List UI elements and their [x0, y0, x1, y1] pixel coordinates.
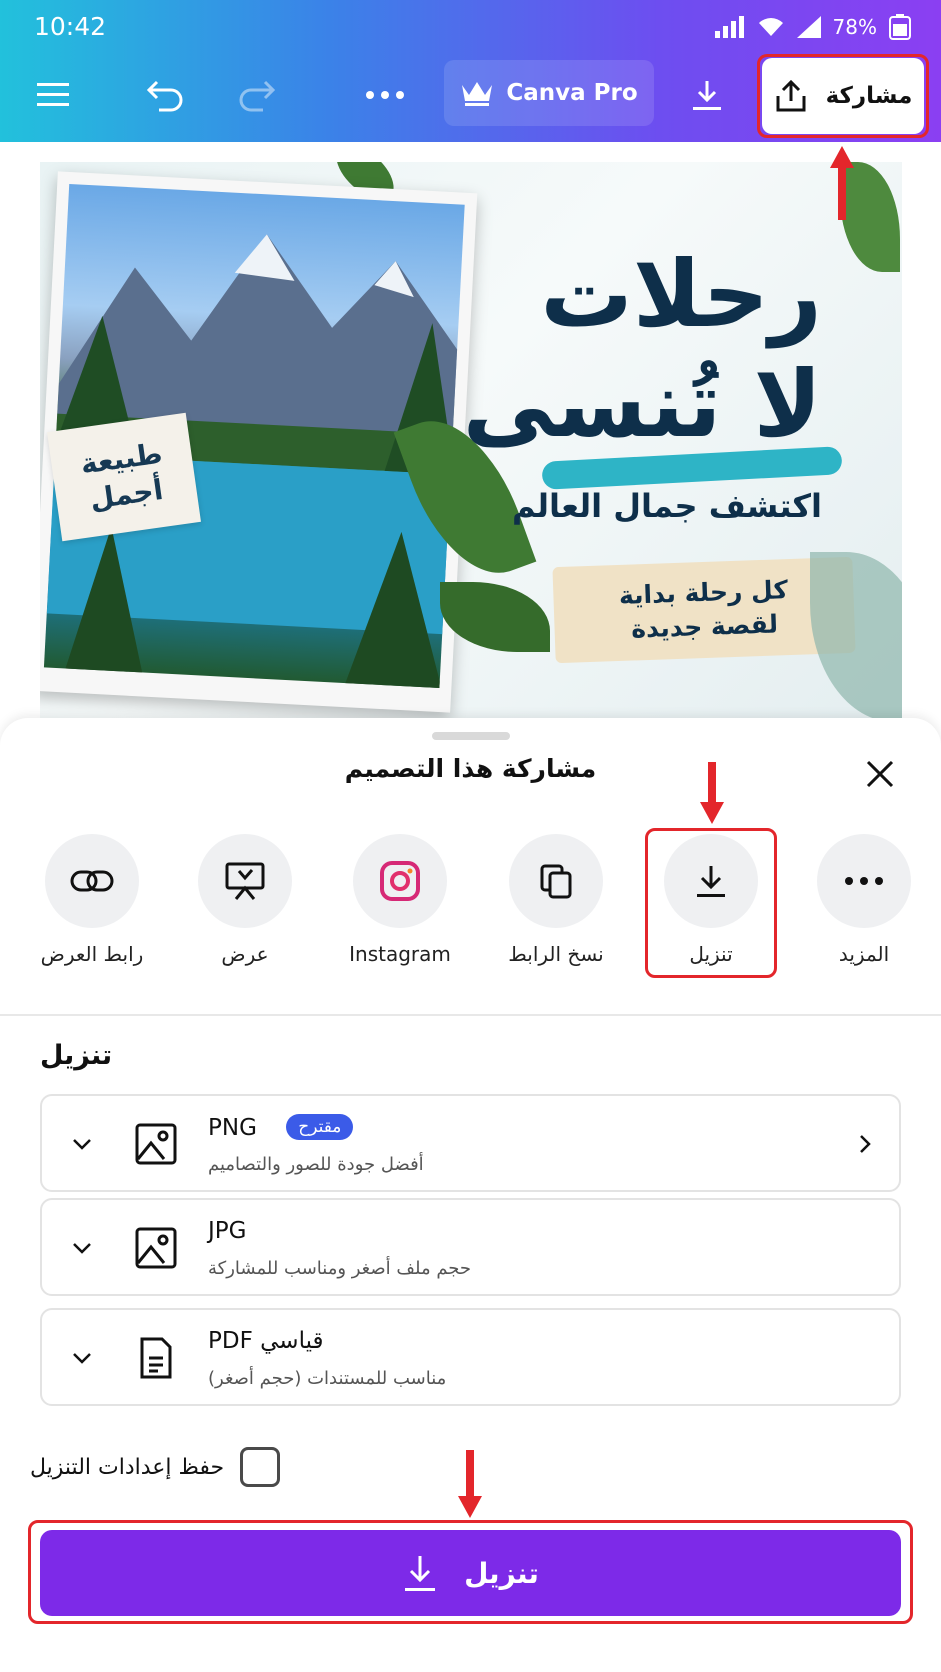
highlight-download-button — [28, 1520, 913, 1624]
quick-download-button[interactable] — [684, 67, 730, 123]
crown-icon — [462, 82, 493, 106]
redo-icon — [239, 80, 276, 112]
hamburger-icon — [37, 83, 69, 106]
more-options-button[interactable] — [362, 67, 408, 123]
format-option-jpg[interactable]: JPG حجم ملف أصغر ومناسب للمشاركة — [40, 1198, 901, 1296]
sheet-drag-handle[interactable] — [432, 732, 510, 740]
undo-icon — [146, 80, 183, 112]
battery-icon — [889, 14, 911, 40]
share-option-present-link[interactable]: رابط العرض — [22, 834, 162, 966]
status-time: 10:42 — [34, 12, 107, 41]
canva-pro-label: Canva Pro — [506, 80, 638, 106]
share-option-copy-link[interactable]: نسخ الرابط — [486, 834, 626, 966]
close-icon — [866, 760, 894, 788]
red-arrow-download-option — [700, 762, 724, 824]
format-description: أفضل جودة للصور والتصاميم — [208, 1154, 424, 1175]
format-option-png[interactable]: PNG مقترح أفضل جودة للصور والتصاميم — [40, 1094, 901, 1192]
leaf-decoration — [440, 582, 550, 652]
leaf-decoration — [810, 552, 902, 722]
undo-button[interactable] — [140, 67, 190, 123]
option-label: عرض — [221, 942, 269, 966]
canva-pro-button[interactable]: Canva Pro — [444, 60, 654, 126]
present-icon — [225, 862, 265, 900]
save-settings-label: حفظ إعدادات التنزيل — [30, 1454, 225, 1480]
format-option-pdf[interactable]: PDF قياسي مناسب للمستندات (حجم أصغر) — [40, 1308, 901, 1406]
section-divider — [0, 1014, 941, 1016]
signal-icon — [714, 16, 744, 38]
format-description: حجم ملف أصغر ومناسب للمشاركة — [208, 1258, 472, 1279]
image-icon — [135, 1227, 177, 1269]
download-heading: تنزيل — [40, 1040, 113, 1071]
redo-button[interactable] — [232, 67, 282, 123]
sheet-title: مشاركة هذا التصميم — [344, 754, 597, 783]
tag-line2: لقصة جديدة — [630, 609, 779, 644]
more-icon — [845, 877, 883, 885]
share-option-instagram[interactable]: Instagram — [330, 834, 470, 966]
status-icons: 78% — [714, 14, 911, 40]
option-label: نسخ الرابط — [508, 942, 604, 966]
chevron-right-icon — [860, 1135, 871, 1153]
format-name: PDF قياسي — [208, 1328, 324, 1354]
close-button[interactable] — [860, 754, 900, 794]
format-description: مناسب للمستندات (حجم أصغر) — [208, 1368, 447, 1389]
option-circle — [198, 834, 292, 928]
option-label: المزيد — [838, 942, 890, 966]
share-option-more[interactable]: المزيد — [794, 834, 934, 966]
cell-signal-icon — [796, 16, 821, 38]
menu-button[interactable] — [30, 67, 76, 123]
option-label: Instagram — [349, 942, 451, 966]
battery-percent: 78% — [832, 15, 877, 39]
copy-icon — [540, 864, 572, 899]
option-circle — [353, 834, 447, 928]
design-canvas-area: طبيعة أجمل رحلات لا تُنسى اكتشف جمال الع… — [0, 142, 941, 732]
design-canvas[interactable]: طبيعة أجمل رحلات لا تُنسى اكتشف جمال الع… — [40, 162, 902, 722]
download-icon — [693, 81, 721, 110]
design-title-line2: لا تُنسى — [462, 351, 822, 458]
save-settings-checkbox[interactable] — [240, 1447, 281, 1487]
chevron-down-icon[interactable] — [70, 1346, 94, 1370]
suggested-badge: مقترح — [286, 1114, 354, 1140]
design-title-line1: رحلات — [540, 241, 822, 348]
red-arrow-share — [830, 146, 854, 220]
share-options: المزيد تنزيل نسخ الرابط Instagram عرض را… — [0, 834, 941, 966]
highlight-share-button — [757, 54, 929, 138]
option-label: رابط العرض — [40, 942, 144, 966]
format-name: JPG — [208, 1218, 247, 1244]
ellipsis-icon — [366, 91, 404, 99]
image-icon — [135, 1123, 177, 1165]
share-option-present[interactable]: عرض — [175, 834, 315, 966]
design-title: رحلات لا تُنسى — [463, 240, 822, 460]
nature-badge: طبيعة أجمل — [47, 412, 201, 542]
status-bar: 10:42 78% — [0, 10, 941, 50]
highlight-download-option — [645, 828, 777, 978]
red-arrow-download-button — [458, 1450, 482, 1518]
option-circle — [509, 834, 603, 928]
instagram-icon — [380, 861, 420, 901]
share-sheet: مشاركة هذا التصميم المزيد تنزيل نسخ الرا… — [0, 718, 941, 1672]
design-subtitle: اكتشف جمال العالم — [511, 487, 822, 525]
format-name: PNG مقترح — [208, 1114, 354, 1141]
wifi-icon — [758, 18, 783, 36]
link-icon — [70, 870, 114, 892]
chevron-down-icon[interactable] — [70, 1236, 94, 1260]
save-settings-row: حفظ إعدادات التنزيل — [30, 1446, 281, 1488]
chevron-down-icon[interactable] — [70, 1132, 94, 1156]
format-name-text: PNG — [208, 1115, 257, 1141]
document-icon — [140, 1337, 172, 1379]
option-circle — [45, 834, 139, 928]
option-circle — [817, 834, 911, 928]
